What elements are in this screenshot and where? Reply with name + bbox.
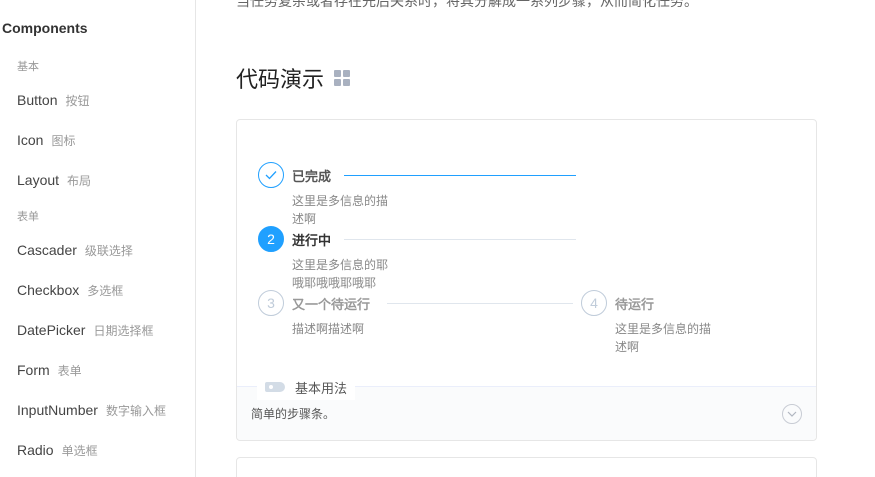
step-description: 这里是多信息的描述啊 xyxy=(292,194,389,226)
sidebar-item-sublabel: 图标 xyxy=(51,133,76,148)
sidebar-item-label: InputNumber xyxy=(17,402,98,418)
sidebar-item-sublabel: 多选框 xyxy=(87,283,124,298)
sidebar-item-label: DatePicker xyxy=(17,322,86,338)
step-number: 3 xyxy=(258,290,284,316)
intro-text: 当任务复杂或者存在先后关系时，将其分解成一系列步骤，从而简化任务。 xyxy=(236,0,698,10)
sidebar-item-label: Form xyxy=(17,362,50,378)
sidebar-item-sublabel: 表单 xyxy=(57,363,82,378)
step-line-process xyxy=(344,239,576,240)
step-description: 描述啊描述啊 xyxy=(292,322,365,336)
step-line-wait xyxy=(387,303,573,304)
sidebar-item-inputnumber[interactable]: InputNumber 数字输入框 xyxy=(17,398,166,422)
sidebar-item-sublabel: 单选框 xyxy=(61,443,98,458)
sidebar-item-sublabel: 布局 xyxy=(67,173,92,188)
sidebar-item-sublabel: 日期选择框 xyxy=(93,323,154,338)
step-title: 待运行 xyxy=(615,294,665,313)
demo-description: 简单的步骤条。 xyxy=(251,407,336,421)
sidebar-item-label: Icon xyxy=(17,132,44,148)
sidebar-item-sublabel: 按钮 xyxy=(65,93,90,108)
section-title: 代码演示 xyxy=(236,68,325,93)
sidebar-title: Components xyxy=(2,20,88,36)
step-description: 这里是多信息的耶哦耶哦哦耶哦耶 xyxy=(292,258,389,290)
step-line-finish xyxy=(344,175,576,176)
sidebar-item-layout[interactable]: Layout 布局 xyxy=(17,168,91,192)
sidebar-item-cascader[interactable]: Cascader 级联选择 xyxy=(17,238,133,262)
grid-icon[interactable] xyxy=(334,70,351,86)
sidebar-item-icon[interactable]: Icon 图标 xyxy=(17,128,75,152)
sidebar-item-label: Cascader xyxy=(17,242,77,258)
group-label-form: 表单 xyxy=(17,210,39,223)
group-label-basic: 基本 xyxy=(17,60,39,73)
demo-tag: 基本用法 xyxy=(257,374,356,400)
section-heading: 代码演示 xyxy=(236,62,351,94)
chevron-down-circle-icon[interactable] xyxy=(782,404,802,424)
step-description: 这里是多信息的描述啊 xyxy=(615,322,712,354)
sidebar-item-checkbox[interactable]: Checkbox 多选框 xyxy=(17,278,123,302)
step-title: 又一个待运行 xyxy=(292,294,381,313)
sidebar-item-sublabel: 级联选择 xyxy=(84,243,133,258)
step-title: 已完成 xyxy=(292,166,342,185)
sidebar: Components 基本 Button 按钮 Icon 图标 Layout 布… xyxy=(0,0,196,477)
tag-icon xyxy=(265,382,285,392)
sidebar-item-label: Layout xyxy=(17,172,60,188)
step-number: 2 xyxy=(258,226,284,252)
sidebar-item-button[interactable]: Button 按钮 xyxy=(17,88,90,112)
demo-card: 已完成 这里是多信息的描述啊 2 进行中 这里是多信息的耶哦耶哦哦耶哦耶 3 又… xyxy=(236,119,817,441)
sidebar-item-datepicker[interactable]: DatePicker 日期选择框 xyxy=(17,318,153,342)
step-number: 4 xyxy=(581,290,607,316)
step-title: 进行中 xyxy=(292,230,342,249)
demo-meta: 基本用法 简单的步骤条。 xyxy=(237,374,816,440)
sidebar-item-sublabel: 数字输入框 xyxy=(105,403,166,418)
sidebar-item-form[interactable]: Form 表单 xyxy=(17,358,82,382)
sidebar-item-label: Button xyxy=(17,92,58,108)
check-icon xyxy=(258,162,284,188)
demo-tag-label: 基本用法 xyxy=(295,381,348,397)
demo-card-next xyxy=(236,457,817,477)
sidebar-item-label: Radio xyxy=(17,442,54,458)
sidebar-item-label: Checkbox xyxy=(17,282,80,298)
sidebar-item-radio[interactable]: Radio 单选框 xyxy=(17,438,98,462)
